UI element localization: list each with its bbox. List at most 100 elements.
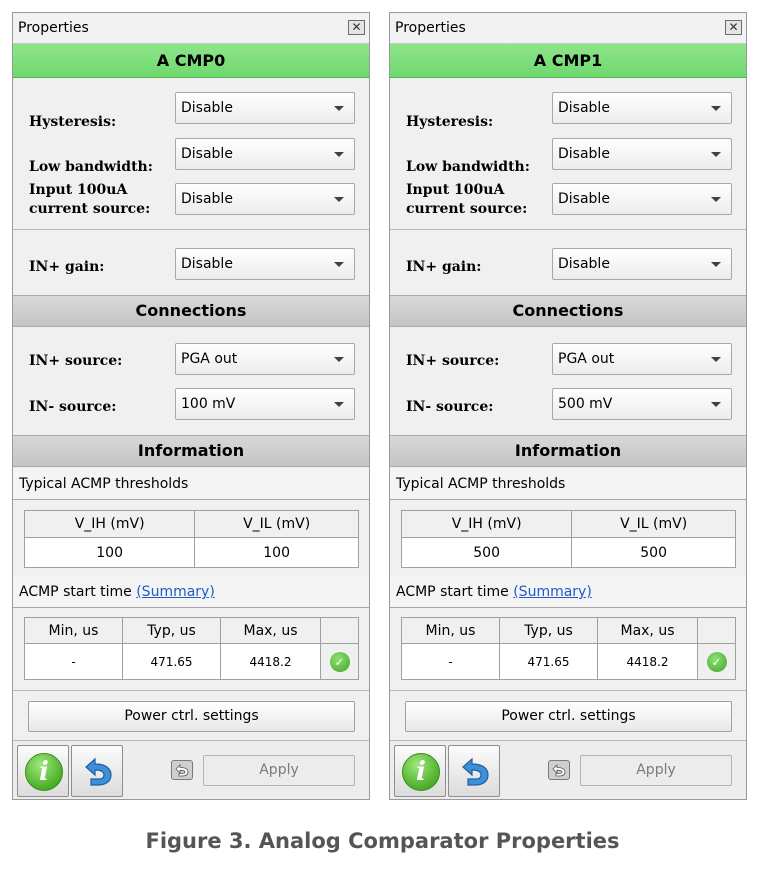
hysteresis-dropdown[interactable]: Disable bbox=[552, 92, 732, 124]
table-cell-max: 4418.2 bbox=[597, 643, 698, 680]
in-minus-source-value: 500 mV bbox=[558, 396, 613, 412]
undo-icon bbox=[462, 757, 489, 786]
chevron-down-icon bbox=[334, 106, 344, 111]
chevron-down-icon bbox=[334, 357, 344, 362]
chevron-down-icon bbox=[711, 402, 721, 407]
power-ctrl-settings-button[interactable]: Power ctrl. settings bbox=[28, 701, 355, 732]
table-header-status bbox=[320, 617, 359, 644]
in-plus-gain-dropdown[interactable]: Disable bbox=[175, 248, 355, 280]
connections-section-header: Connections bbox=[13, 295, 369, 327]
properties-panel-acmp1: Properties ✕ A CMP1 Hysteresis: Disable … bbox=[389, 12, 747, 800]
input-label-line2: current source: bbox=[406, 201, 528, 217]
chevron-down-icon bbox=[711, 152, 721, 157]
chevron-down-icon bbox=[711, 262, 721, 267]
input-current-source-value: Disable bbox=[181, 191, 233, 207]
in-plus-gain-dropdown[interactable]: Disable bbox=[552, 248, 732, 280]
input-current-source-dropdown[interactable]: Disable bbox=[552, 183, 732, 215]
hysteresis-value: Disable bbox=[181, 100, 233, 116]
close-icon[interactable]: ✕ bbox=[348, 20, 365, 35]
in-plus-source-value: PGA out bbox=[181, 351, 238, 367]
low-bandwidth-value: Disable bbox=[558, 146, 610, 162]
table-cell-typ: 471.65 bbox=[122, 643, 221, 680]
input-label-line1: Input 100uA bbox=[406, 182, 505, 198]
table-header-vih: V_IH (mV) bbox=[23, 510, 196, 538]
properties-panel-acmp0: Properties ✕ A CMP0 Hysteresis: Disable … bbox=[12, 12, 370, 800]
divider bbox=[13, 690, 369, 691]
table-header-vih: V_IH (mV) bbox=[400, 510, 573, 538]
table-header-typ: Typ, us bbox=[122, 617, 221, 644]
start-time-bar: ACMP start time (Summary) bbox=[13, 576, 369, 608]
chevron-down-icon bbox=[711, 357, 721, 362]
hysteresis-dropdown[interactable]: Disable bbox=[175, 92, 355, 124]
revert-icon bbox=[175, 764, 189, 777]
divider bbox=[390, 690, 746, 691]
revert-button[interactable] bbox=[548, 760, 570, 780]
input-current-source-dropdown[interactable]: Disable bbox=[175, 183, 355, 215]
in-minus-source-dropdown[interactable]: 100 mV bbox=[175, 388, 355, 420]
in-plus-source-value: PGA out bbox=[558, 351, 615, 367]
table-header-max: Max, us bbox=[220, 617, 321, 644]
connections-section-header: Connections bbox=[390, 295, 746, 327]
table-cell-status: ✓ bbox=[320, 643, 359, 680]
revert-button[interactable] bbox=[171, 760, 193, 780]
in-plus-source-label: IN+ source: bbox=[29, 353, 123, 369]
low-bandwidth-dropdown[interactable]: Disable bbox=[175, 138, 355, 170]
in-plus-gain-value: Disable bbox=[181, 256, 233, 272]
in-minus-source-dropdown[interactable]: 500 mV bbox=[552, 388, 732, 420]
information-section-header: Information bbox=[390, 435, 746, 467]
table-cell-status: ✓ bbox=[697, 643, 736, 680]
table-cell-vih: 100 bbox=[23, 537, 196, 568]
low-bandwidth-label: Low bandwidth: bbox=[29, 159, 153, 175]
apply-button[interactable]: Apply bbox=[203, 755, 355, 786]
table-cell-typ: 471.65 bbox=[499, 643, 598, 680]
in-plus-gain-value: Disable bbox=[558, 256, 610, 272]
panel-title: Properties bbox=[395, 20, 466, 36]
start-time-label: ACMP start time bbox=[396, 584, 509, 600]
bottom-toolbar: i Apply bbox=[390, 740, 746, 799]
start-time-table: Min, us Typ, us Max, us - 471.65 4418.2 … bbox=[24, 617, 359, 680]
low-bandwidth-value: Disable bbox=[181, 146, 233, 162]
start-time-bar: ACMP start time (Summary) bbox=[390, 576, 746, 608]
in-plus-source-dropdown[interactable]: PGA out bbox=[552, 343, 732, 375]
figure-caption: Figure 3. Analog Comparator Properties bbox=[145, 829, 620, 853]
chevron-down-icon bbox=[334, 262, 344, 267]
table-header-vil: V_IL (mV) bbox=[194, 510, 359, 538]
input-current-source-value: Disable bbox=[558, 191, 610, 207]
info-button[interactable]: i bbox=[17, 745, 69, 797]
input-label-line1: Input 100uA bbox=[29, 182, 128, 198]
divider bbox=[13, 229, 369, 230]
hysteresis-label: Hysteresis: bbox=[29, 114, 117, 130]
table-header-vil: V_IL (mV) bbox=[571, 510, 736, 538]
chevron-down-icon bbox=[334, 402, 344, 407]
chevron-down-icon bbox=[334, 197, 344, 202]
thresholds-title: Typical ACMP thresholds bbox=[390, 468, 746, 500]
info-button[interactable]: i bbox=[394, 745, 446, 797]
bottom-toolbar: i Apply bbox=[13, 740, 369, 799]
summary-link[interactable]: (Summary) bbox=[136, 584, 215, 600]
power-ctrl-settings-button[interactable]: Power ctrl. settings bbox=[405, 701, 732, 732]
apply-button[interactable]: Apply bbox=[580, 755, 732, 786]
table-header-typ: Typ, us bbox=[499, 617, 598, 644]
info-icon: i bbox=[25, 753, 63, 791]
input-current-source-label: Input 100uA current source: bbox=[406, 181, 527, 219]
in-plus-source-dropdown[interactable]: PGA out bbox=[175, 343, 355, 375]
table-header-status bbox=[697, 617, 736, 644]
undo-button[interactable] bbox=[71, 745, 123, 797]
block-header: A CMP0 bbox=[13, 44, 369, 78]
close-icon[interactable]: ✕ bbox=[725, 20, 742, 35]
hysteresis-value: Disable bbox=[558, 100, 610, 116]
in-plus-source-label: IN+ source: bbox=[406, 353, 500, 369]
panel-titlebar: Properties ✕ bbox=[13, 13, 369, 44]
summary-link[interactable]: (Summary) bbox=[513, 584, 592, 600]
low-bandwidth-dropdown[interactable]: Disable bbox=[552, 138, 732, 170]
start-time-table: Min, us Typ, us Max, us - 471.65 4418.2 … bbox=[401, 617, 736, 680]
table-header-min: Min, us bbox=[24, 617, 123, 644]
undo-button[interactable] bbox=[448, 745, 500, 797]
table-cell-min: - bbox=[24, 643, 123, 680]
chevron-down-icon bbox=[711, 197, 721, 202]
divider bbox=[390, 229, 746, 230]
chevron-down-icon bbox=[711, 106, 721, 111]
low-bandwidth-label: Low bandwidth: bbox=[406, 159, 530, 175]
table-header-min: Min, us bbox=[401, 617, 500, 644]
in-minus-source-value: 100 mV bbox=[181, 396, 236, 412]
